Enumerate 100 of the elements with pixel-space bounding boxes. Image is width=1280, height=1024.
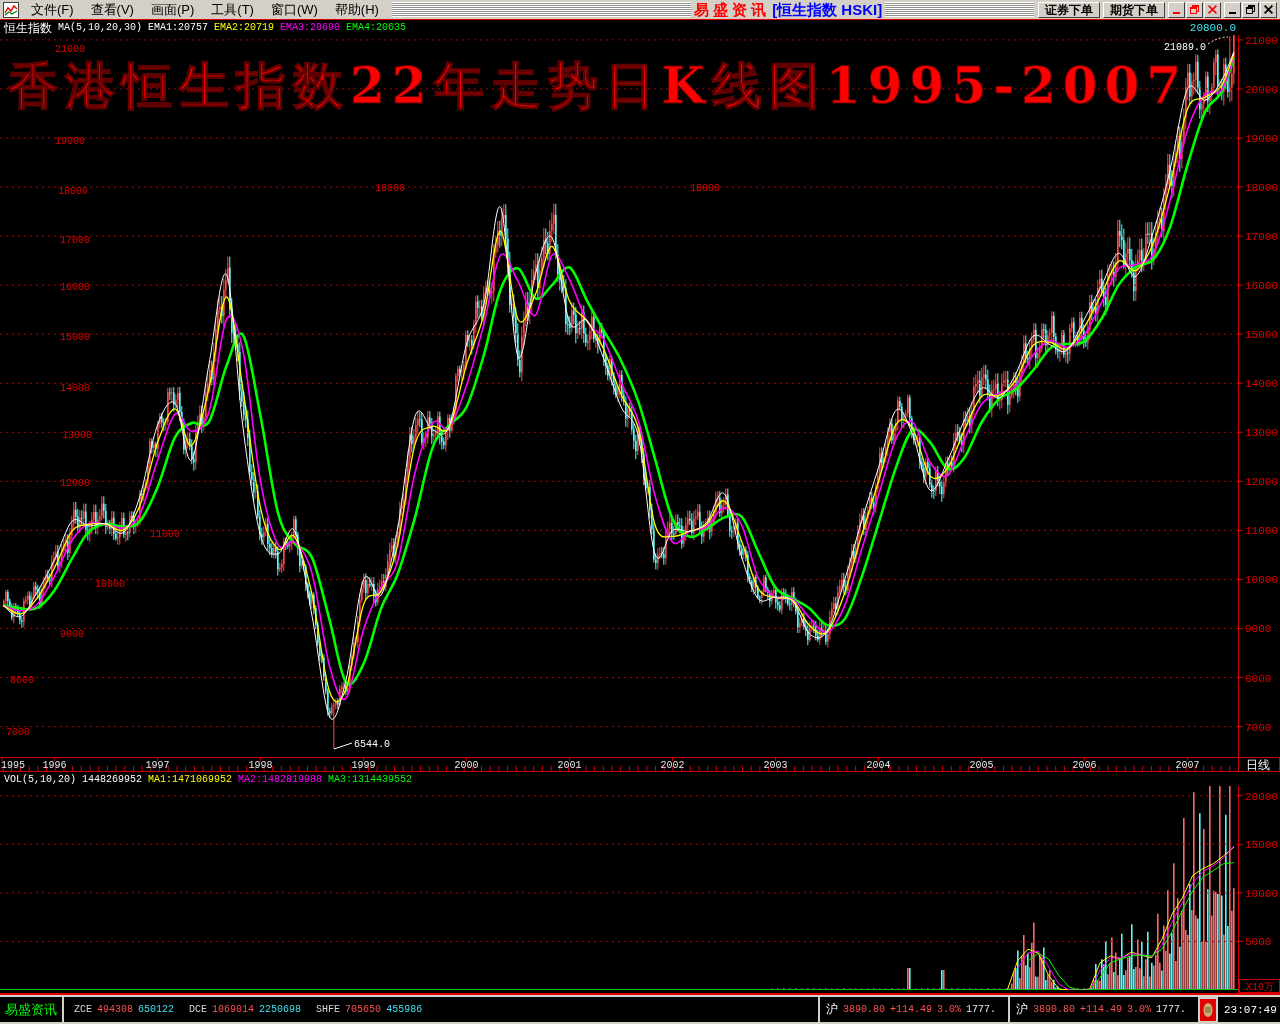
price-label: 9000 [60, 629, 84, 640]
axis-label: 21000 [1245, 35, 1278, 47]
legend-label: EMA2:20719 [214, 22, 275, 33]
index-change: +114.49 [890, 1004, 933, 1015]
instrument-title: [恒生指数 HSKI] [769, 2, 886, 17]
axis-label: 19000 [1245, 133, 1278, 145]
year-label: 2003 [763, 760, 788, 771]
menu-item[interactable]: 画面(P) [146, 1, 199, 18]
axis-label: 20000 [1245, 83, 1278, 96]
legend-label: EMA1:20757 [148, 22, 209, 33]
price-label: 13000 [62, 430, 92, 441]
price-label: 18000 [375, 183, 405, 194]
restore-icon [1246, 5, 1255, 14]
menu-item[interactable]: 工具(T) [207, 1, 258, 18]
restore-button[interactable] [1242, 1, 1259, 18]
axis-label: 15000 [1245, 329, 1278, 342]
year-label: 1995 [1, 760, 25, 771]
restore-icon [1190, 5, 1199, 14]
year-label: 1996 [42, 760, 67, 771]
price-label: 8000 [10, 675, 34, 686]
price-annotation: 21089.0 [1164, 42, 1206, 53]
menu-item[interactable]: 查看(V) [86, 1, 138, 18]
order-button[interactable]: 期货下单 [1103, 1, 1165, 18]
axis-label: 17000 [1245, 231, 1278, 244]
axis-label: 14000 [1245, 378, 1278, 391]
price-label: 16000 [60, 282, 90, 293]
axis-label: 9000 [1245, 623, 1272, 636]
axis-label: 15000 [1245, 839, 1278, 852]
year-label: 2007 [1175, 760, 1200, 771]
legend-label: EMA3:20690 [280, 22, 341, 33]
menu-item[interactable]: 窗口(W) [266, 1, 322, 18]
price-label: 11000 [150, 529, 180, 540]
app-name-label: 易盛资讯 [0, 997, 62, 1022]
minimize-button[interactable] [1224, 1, 1241, 18]
exchange-value: 494308 [97, 1004, 134, 1015]
legend-label: MA2:1482819988 [238, 773, 323, 785]
index-change: +114.49 [1080, 1004, 1123, 1015]
axis-label: 10000 [1245, 574, 1278, 587]
year-label: 2000 [454, 760, 479, 771]
price-label: 18000 [58, 186, 88, 197]
price-label: 17000 [60, 235, 90, 246]
indicator-params: MA(5,10,20,30) [58, 22, 142, 33]
restore-button[interactable] [1186, 1, 1203, 18]
price-label: 12000 [60, 478, 90, 489]
last-price-label: 20800.0 [1189, 21, 1236, 34]
year-label: 1998 [248, 760, 273, 771]
close-button[interactable] [1204, 1, 1221, 18]
legend-label: MA3:1314439552 [328, 773, 413, 785]
order-button[interactable]: 证券下单 [1038, 1, 1100, 18]
price-label: 19000 [55, 136, 85, 147]
price-label: 14000 [60, 383, 90, 394]
axis-label: 10000 [1245, 887, 1278, 900]
axis-label: 20000 [1245, 790, 1278, 803]
price-label: 15000 [60, 332, 90, 343]
year-label: 2004 [866, 760, 891, 771]
minimize-icon [1229, 11, 1236, 14]
year-label: 2006 [1072, 760, 1097, 771]
emblem-icon[interactable] [1200, 998, 1216, 1021]
year-label: 2005 [969, 760, 994, 771]
leader-line [1207, 36, 1229, 45]
exchange-value: 455986 [386, 1004, 423, 1015]
close-button[interactable] [1260, 1, 1277, 18]
leader-line [333, 742, 353, 750]
market-label: 沪 [826, 1001, 838, 1018]
year-label: 2002 [660, 760, 685, 771]
axis-label: 13000 [1245, 427, 1278, 440]
year-label: 2001 [557, 760, 582, 771]
price-label: 18000 [690, 183, 720, 194]
chart-name: 恒生指数 [4, 20, 52, 35]
axis-label: 16000 [1245, 280, 1278, 293]
price-label: 21000 [55, 44, 85, 55]
chart-icon[interactable] [3, 1, 19, 18]
close-icon [1208, 5, 1217, 14]
minimize-button[interactable] [1168, 1, 1185, 18]
market-label: 沪 [1016, 1001, 1028, 1018]
price-annotation: 6544.0 [354, 739, 390, 750]
price-label: 10000 [95, 579, 125, 590]
exchange-value: 1069014 [212, 1004, 255, 1015]
exchange-value: 705650 [345, 1004, 382, 1015]
axis-label: 18000 [1245, 182, 1278, 195]
exchange-value: 650122 [138, 1004, 175, 1015]
year-label: 1997 [145, 760, 170, 771]
app-title: 易 盛 资 讯 [690, 2, 770, 17]
legend-label: EMA4:20635 [346, 22, 407, 33]
menu-item[interactable]: 帮助(H) [330, 1, 383, 18]
close-icon [1264, 5, 1273, 14]
axis-label: 5000 [1245, 936, 1272, 949]
year-label: 1999 [351, 760, 376, 771]
axis-label: 7000 [1245, 721, 1272, 734]
legend-label: MA1:1471069952 [148, 773, 233, 785]
minimize-icon [1173, 11, 1180, 14]
index-volume: 1777. [1156, 1004, 1187, 1015]
index-percent: 3.0% [1127, 1004, 1152, 1015]
exchange-value: 2250698 [259, 1004, 302, 1015]
index-percent: 3.0% [937, 1004, 962, 1015]
index-volume: 1777. [966, 1004, 997, 1015]
axis-label: 8000 [1245, 672, 1272, 685]
menu-item[interactable]: 文件(F) [27, 1, 78, 18]
index-price: 3890.80 [843, 1004, 885, 1015]
axis-label: 11000 [1245, 525, 1278, 538]
